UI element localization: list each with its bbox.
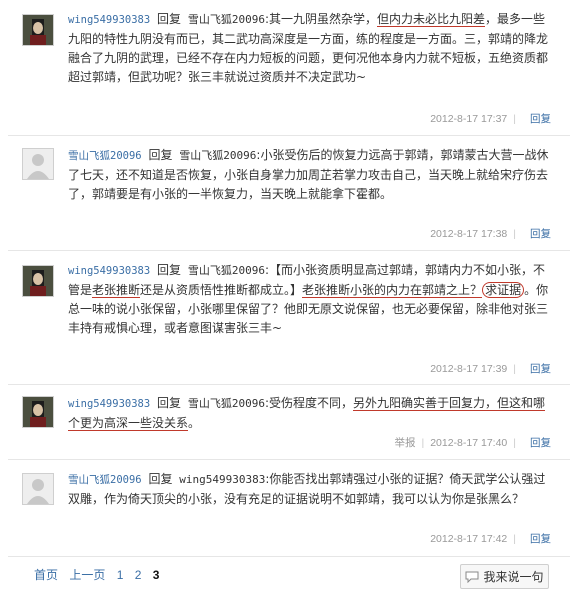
say-something-button[interactable]: 我来说一句 <box>460 564 549 589</box>
divider <box>8 135 570 136</box>
reply-target[interactable]: 雪山飞狐20096 <box>188 13 265 26</box>
reply-keyword: 回复 <box>148 148 173 162</box>
reply-target[interactable]: 雪山飞狐20096 <box>188 264 265 277</box>
annotation-underline: 老张推断 <box>92 283 141 298</box>
post-time: 2012-8-17 17:37 <box>430 113 508 125</box>
say-something-label: 我来说一句 <box>483 570 544 584</box>
user-avatar[interactable] <box>22 473 54 505</box>
reply-link[interactable]: 回复 <box>530 228 551 240</box>
reply-target[interactable]: 雪山飞狐20096 <box>179 149 256 162</box>
post-meta: 2012-8-17 17:37 | 回复 <box>430 113 551 125</box>
annotation-underline: 但内力未必比九阳差 <box>377 12 486 27</box>
speech-bubble-icon <box>465 571 479 583</box>
default-avatar-icon <box>23 474 53 504</box>
avatar-character-icon <box>23 15 53 45</box>
report-link[interactable]: 举报 <box>394 437 415 449</box>
post-body: 雪山飞狐20096 回复 wing549930383:你能否找出郭靖强过小张的证… <box>68 470 551 509</box>
reply-thread: wing549930383 回复 雪山飞狐20096:其一九阴虽然杂学，但内力未… <box>0 0 579 597</box>
reply-link[interactable]: 回复 <box>530 437 551 449</box>
post-author[interactable]: wing549930383 <box>68 265 150 277</box>
annotation-circle: 求证据 <box>482 282 525 298</box>
user-avatar[interactable] <box>22 14 54 46</box>
post-time: 2012-8-17 17:38 <box>430 228 508 240</box>
post-author[interactable]: 雪山飞狐20096 <box>68 150 142 162</box>
reply-target[interactable]: 雪山飞狐20096 <box>188 397 265 410</box>
reply-link[interactable]: 回复 <box>530 113 551 125</box>
post-body: wing549930383 回复 雪山飞狐20096:受伤程度不同，另外九阳确实… <box>68 394 551 433</box>
post-author[interactable]: 雪山飞狐20096 <box>68 474 142 486</box>
post-meta: 举报 | 2012-8-17 17:40 | 回复 <box>394 437 551 449</box>
post-time: 2012-8-17 17:40 <box>430 437 508 449</box>
first-page-link[interactable]: 首页 <box>34 568 58 582</box>
post-meta: 2012-8-17 17:39 | 回复 <box>430 363 551 375</box>
divider <box>8 556 570 557</box>
pagination: 首页 上一页 1 2 3 <box>34 566 167 583</box>
post-time: 2012-8-17 17:39 <box>430 363 508 375</box>
default-avatar-icon <box>23 149 53 179</box>
divider <box>8 250 570 251</box>
reply-target[interactable]: wing549930383 <box>179 473 265 486</box>
post-body: 雪山飞狐20096 回复 雪山飞狐20096:小张受伤后的恢复力远高于郭靖，郭靖… <box>68 146 551 204</box>
page-link-1[interactable]: 1 <box>117 568 124 582</box>
reply-link[interactable]: 回复 <box>530 363 551 375</box>
post-meta: 2012-8-17 17:38 | 回复 <box>430 228 551 240</box>
user-avatar[interactable] <box>22 265 54 297</box>
post-author[interactable]: wing549930383 <box>68 398 150 410</box>
annotation-underline: 老张推断小张的内力在郭靖之上？ <box>302 283 483 298</box>
post-meta: 2012-8-17 17:42 | 回复 <box>430 533 551 545</box>
post-time: 2012-8-17 17:42 <box>430 533 508 545</box>
post-author[interactable]: wing549930383 <box>68 14 150 26</box>
avatar-character-icon <box>23 266 53 296</box>
post-body: wing549930383 回复 雪山飞狐20096:【而小张资质明显高过郭靖，… <box>68 261 551 338</box>
post-body: wing549930383 回复 雪山飞狐20096:其一九阴虽然杂学，但内力未… <box>68 10 551 87</box>
reply-keyword: 回复 <box>157 396 182 410</box>
prev-page-link[interactable]: 上一页 <box>69 568 105 582</box>
user-avatar[interactable] <box>22 396 54 428</box>
reply-link[interactable]: 回复 <box>530 533 551 545</box>
current-page: 3 <box>152 568 160 582</box>
user-avatar[interactable] <box>22 148 54 180</box>
reply-keyword: 回复 <box>157 12 182 26</box>
divider <box>8 459 570 460</box>
divider <box>8 384 570 385</box>
avatar-character-icon <box>23 397 53 427</box>
page-link-2[interactable]: 2 <box>135 568 142 582</box>
reply-keyword: 回复 <box>157 263 182 277</box>
reply-keyword: 回复 <box>148 472 173 486</box>
